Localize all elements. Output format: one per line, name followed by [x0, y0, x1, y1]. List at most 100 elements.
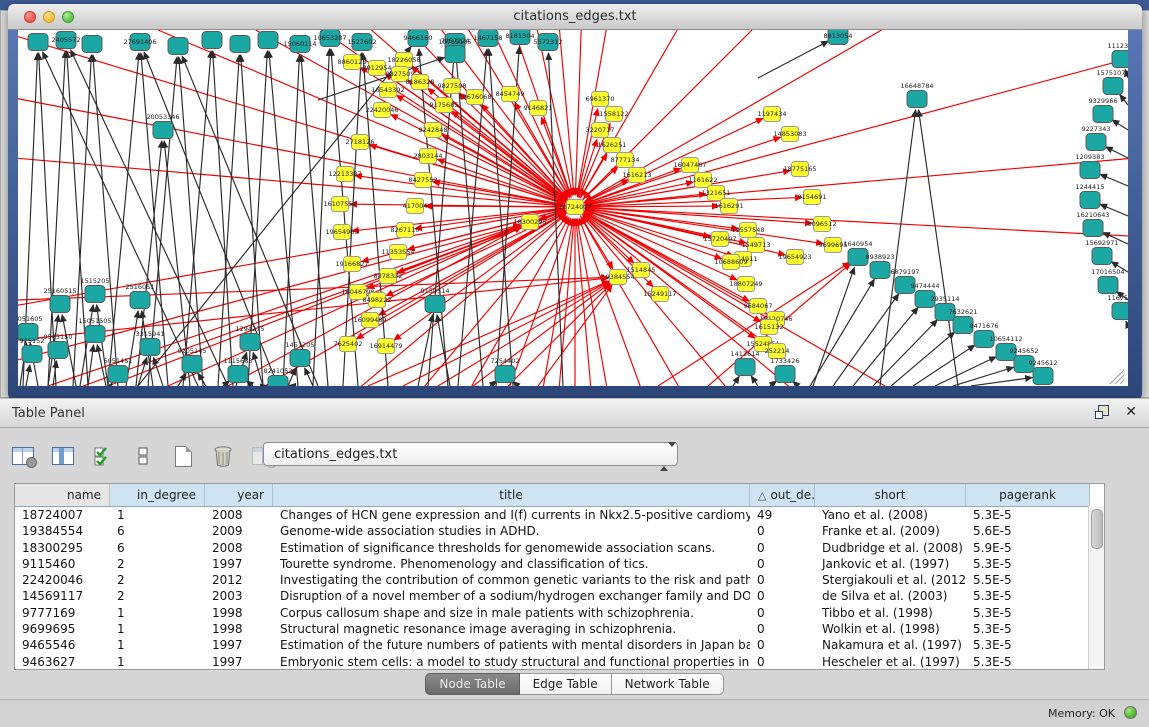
- edge-black[interactable]: [971, 378, 1032, 386]
- edge-red[interactable]: [18, 158, 563, 206]
- graph-node-teal[interactable]: [28, 34, 48, 51]
- column-header-year[interactable]: year: [205, 484, 273, 506]
- table-cell[interactable]: 9463627: [15, 654, 110, 670]
- table-cell[interactable]: 1998: [205, 621, 273, 637]
- graph-node-teal[interactable]: [1080, 192, 1100, 209]
- graph-node-teal[interactable]: [85, 326, 105, 343]
- memory-status-indicator[interactable]: [1124, 706, 1137, 719]
- graph-node-teal[interactable]: [48, 342, 68, 359]
- table-cell[interactable]: 2008: [205, 507, 273, 523]
- edge-red[interactable]: [472, 217, 569, 386]
- edge-black[interactable]: [793, 381, 798, 386]
- edge-black[interactable]: [179, 57, 203, 386]
- table-cell[interactable]: Estimation of significance thresholds fo…: [273, 540, 750, 556]
- graph-node-teal[interactable]: [290, 350, 310, 367]
- resize-grip-icon[interactable]: [1120, 380, 1124, 384]
- edge-black[interactable]: [891, 332, 955, 386]
- table-cell[interactable]: 5.6E-5: [966, 523, 1090, 539]
- edge-black[interactable]: [770, 381, 776, 386]
- table-row[interactable]: 1872400712008Changes of HCN gene express…: [15, 507, 1104, 523]
- graph-node-teal[interactable]: [1033, 368, 1053, 385]
- table-cell[interactable]: 0: [750, 556, 815, 572]
- tab-network-table[interactable]: Network Table: [612, 673, 724, 695]
- column-header-pagerank[interactable]: pagerank: [966, 484, 1090, 506]
- graph-node-teal[interactable]: [22, 346, 42, 363]
- table-cell[interactable]: 5.3E-5: [966, 507, 1090, 523]
- table-cell[interactable]: Embryonic stem cells: a model to study s…: [273, 654, 750, 670]
- graph-node-teal[interactable]: [182, 356, 202, 373]
- edge-black[interactable]: [301, 55, 328, 386]
- graph-node-teal[interactable]: [775, 366, 795, 383]
- table-cell[interactable]: 2009: [205, 523, 273, 539]
- graph-node-teal[interactable]: [1093, 106, 1113, 123]
- edge-black[interactable]: [758, 41, 828, 78]
- table-cell[interactable]: 1997: [205, 556, 273, 572]
- table-cell[interactable]: 1: [110, 507, 205, 523]
- graph-node-teal[interactable]: [1103, 78, 1123, 95]
- graph-node-teal[interactable]: [907, 91, 927, 108]
- table-cell[interactable]: 1998: [205, 605, 273, 621]
- table-cell[interactable]: Tourette syndrome. Phenomenology and cla…: [273, 556, 750, 572]
- graph-node-teal[interactable]: [230, 36, 250, 53]
- graph-node-teal[interactable]: [425, 296, 445, 313]
- column-header-out_de[interactable]: △out_de…: [750, 484, 815, 506]
- edge-black[interactable]: [331, 49, 358, 386]
- vertical-scrollbar[interactable]: [1088, 506, 1104, 669]
- edge-red[interactable]: [368, 281, 609, 386]
- edge-black[interactable]: [810, 279, 874, 386]
- window-titlebar[interactable]: citations_edges.txt: [8, 4, 1142, 30]
- edge-black[interactable]: [1106, 147, 1128, 158]
- table-settings-icon[interactable]: [10, 443, 36, 469]
- edge-red[interactable]: [394, 213, 567, 340]
- table-cell[interactable]: 2: [110, 556, 205, 572]
- edge-black[interactable]: [110, 383, 112, 386]
- graph-node-teal[interactable]: [1112, 51, 1128, 68]
- table-cell[interactable]: 0: [750, 654, 815, 670]
- table-cell[interactable]: Estimation of the future numbers of pati…: [273, 637, 750, 653]
- edge-red[interactable]: [408, 209, 566, 249]
- graph-node-teal[interactable]: [85, 286, 105, 303]
- float-window-icon[interactable]: [1095, 404, 1111, 420]
- delete-entries-icon[interactable]: [210, 443, 236, 469]
- graph-node-teal[interactable]: [202, 32, 222, 49]
- column-header-short[interactable]: short: [815, 484, 966, 506]
- table-cell[interactable]: 2012: [205, 572, 273, 588]
- table-cell[interactable]: 5.9E-5: [966, 540, 1090, 556]
- table-cell[interactable]: 5.3E-5: [966, 637, 1090, 653]
- table-cell[interactable]: 2008: [205, 540, 273, 556]
- graph-node-teal[interactable]: [108, 366, 128, 383]
- graph-node-teal[interactable]: [445, 46, 465, 63]
- edge-black[interactable]: [1126, 321, 1128, 326]
- table-cell[interactable]: 1997: [205, 637, 273, 653]
- table-cell[interactable]: Structural magnetic resonance image aver…: [273, 621, 750, 637]
- table-cell[interactable]: Nakamura et al. (1997): [815, 637, 966, 653]
- table-cell[interactable]: Corpus callosum shape and size in male p…: [273, 605, 750, 621]
- edge-black[interactable]: [913, 345, 975, 386]
- table-cell[interactable]: Dudbridge et al. (2008): [815, 540, 966, 556]
- table-cell[interactable]: 18300295: [15, 540, 110, 556]
- table-cell[interactable]: de Silva et al. (2003): [815, 588, 966, 604]
- edge-red[interactable]: [587, 208, 1128, 236]
- table-cell[interactable]: 5.3E-5: [966, 621, 1090, 637]
- column-header-title[interactable]: title: [273, 484, 750, 506]
- table-cell[interactable]: Investigating the contribution of common…: [273, 572, 750, 588]
- edge-black[interactable]: [833, 294, 899, 386]
- table-cell[interactable]: 6: [110, 540, 205, 556]
- edge-black[interactable]: [953, 367, 1013, 386]
- table-row[interactable]: 1456911722003Disruption of a novel membe…: [15, 588, 1104, 604]
- edge-red[interactable]: [18, 37, 564, 204]
- graph-node-teal[interactable]: [50, 296, 70, 313]
- table-cell[interactable]: 6: [110, 523, 205, 539]
- table-cell[interactable]: 1997: [205, 654, 273, 670]
- resize-grip-icon[interactable]: [1115, 375, 1124, 384]
- edge-black[interactable]: [813, 267, 854, 386]
- table-cell[interactable]: 9699695: [15, 621, 110, 637]
- table-row[interactable]: 946554611997Estimation of the future num…: [15, 637, 1104, 653]
- graph-node-teal[interactable]: [870, 262, 890, 279]
- table-cell[interactable]: 0: [750, 572, 815, 588]
- table-cell[interactable]: 0: [750, 605, 815, 621]
- graph-node-teal[interactable]: [1112, 303, 1128, 320]
- edge-black[interactable]: [853, 307, 918, 386]
- table-row[interactable]: 1830029562008Estimation of significance …: [15, 540, 1104, 556]
- table-cell[interactable]: 49: [750, 507, 815, 523]
